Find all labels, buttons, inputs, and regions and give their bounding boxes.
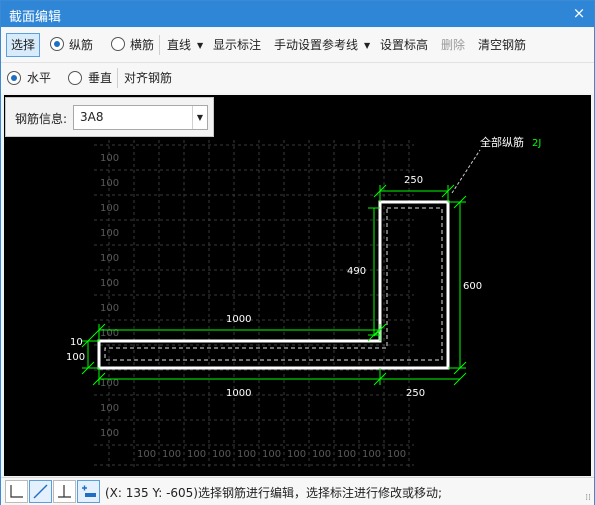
vertical-radio[interactable] [68,71,82,85]
vertical-label[interactable]: 垂直 [88,67,112,89]
window-title: 截面编辑 [9,10,62,25]
grid-label: 100 [137,449,156,460]
grid-label: 100 [262,449,281,460]
grid-label: 100 [100,403,119,414]
close-icon[interactable]: × [570,4,588,22]
manual-reference-line-button[interactable]: 手动设置参考线 ▼ [274,34,370,56]
dimension-horizontal-top-label[interactable]: 1000 [226,314,251,325]
toolbar-divider [159,35,160,55]
delete-button[interactable]: 删除 [441,34,465,56]
grid-label: 100 [287,449,306,460]
align-rebar-button[interactable]: 对齐钢筋 [124,67,172,89]
grid-label: 100 [212,449,231,460]
callout-leader [451,149,481,194]
set-elevation-button[interactable]: 设置标高 [380,34,428,56]
select-button[interactable]: 选择 [6,33,41,57]
diagonal-line-icon[interactable] [29,480,52,503]
dimension-left-small-label[interactable]: 10 [70,337,83,348]
status-bar: (X: 135 Y: -605)选择钢筋进行编辑，选择标注进行修改或移动; ⁞⁞ [1,477,594,505]
grid-labels: 100 100 100 100 100 100 100 100 100 100 … [100,153,406,460]
longitudinal-radio[interactable] [50,37,64,51]
grid-label: 100 [100,253,119,264]
horizontal-radio[interactable] [7,71,21,85]
grid-label: 100 [237,449,256,460]
longitudinal-label[interactable]: 纵筋 [69,34,93,56]
grid-label: 100 [162,449,181,460]
main-toolbar: 选择 纵筋 横筋 直线 ▼ 显示标注 手动设置参考线 ▼ 设置标高 删除 清空钢筋 [1,28,594,63]
section-edit-window: 截面编辑 × 选择 纵筋 横筋 直线 ▼ 显示标注 手动设置参考线 ▼ 设置标高 删… [0,0,595,505]
grid-label: 100 [362,449,381,460]
chevron-down-icon: ▼ [364,40,371,50]
title-bar: 截面编辑 × [1,1,594,27]
transverse-label[interactable]: 横筋 [130,34,154,56]
rebar-info-label: 钢筋信息: [15,112,68,126]
toolbar-divider [117,68,118,88]
rebar-info-value: 3A8 [80,110,104,124]
dimension-right-label[interactable]: 600 [463,281,482,292]
grid-label: 100 [100,378,119,389]
rebar-info-panel: 钢筋信息: 3A8 ▼ [5,97,214,137]
secondary-toolbar: 水平 垂直 对齐钢筋 [1,63,594,93]
status-text: (X: 135 Y: -605)选择钢筋进行编辑，选择标注进行修改或移动; [105,486,443,500]
add-dimension-icon[interactable] [77,480,100,503]
dimension-left-label[interactable]: 100 [66,352,85,363]
chevron-down-icon[interactable]: ▼ [192,106,207,129]
rebar-info-select[interactable]: 3A8 ▼ [73,105,208,130]
callout-label[interactable]: 全部纵筋 [480,135,524,149]
perpendicular-icon[interactable] [53,480,76,503]
grid-label: 100 [337,449,356,460]
axis-icon[interactable] [5,480,28,503]
line-label: 直线 [167,38,192,52]
grid-label: 100 [387,449,406,460]
grid-label: 100 [312,449,331,460]
grid-label: 100 [100,178,119,189]
drawing-canvas[interactable]: 100 100 100 100 100 100 100 100 100 100 … [4,95,591,476]
grid-label: 100 [100,203,119,214]
line-dropdown-button[interactable]: 直线 ▼ [167,34,203,56]
dimension-top-label[interactable]: 250 [404,175,423,186]
manual-reference-label: 手动设置参考线 [274,38,359,52]
grid-label: 100 [100,153,119,164]
clear-rebar-button[interactable]: 清空钢筋 [478,34,526,56]
grid [94,140,414,467]
rebar-path[interactable] [104,207,443,361]
transverse-radio[interactable] [111,37,125,51]
section-drawing[interactable]: 100 100 100 100 100 100 100 100 100 100 … [4,95,591,476]
dimension-horizontal-bottom-label[interactable]: 1000 [226,388,251,399]
show-dimensions-button[interactable]: 显示标注 [213,34,261,56]
callout-tag[interactable]: 2J [532,138,541,149]
dimension-lines[interactable] [81,184,467,386]
grid-label: 100 [100,278,119,289]
grid-label: 100 [100,228,119,239]
grid-label: 100 [100,428,119,439]
chevron-down-icon: ▼ [197,40,204,50]
grid-label: 100 [187,449,206,460]
horizontal-label[interactable]: 水平 [27,67,51,89]
dimension-inner-vertical-label[interactable]: 490 [347,266,366,277]
resize-grip-icon[interactable]: ⁞⁞ [585,493,591,503]
dimension-bottom-right-label[interactable]: 250 [406,388,425,399]
grid-label: 100 [100,303,119,314]
section-outline[interactable] [97,200,450,370]
